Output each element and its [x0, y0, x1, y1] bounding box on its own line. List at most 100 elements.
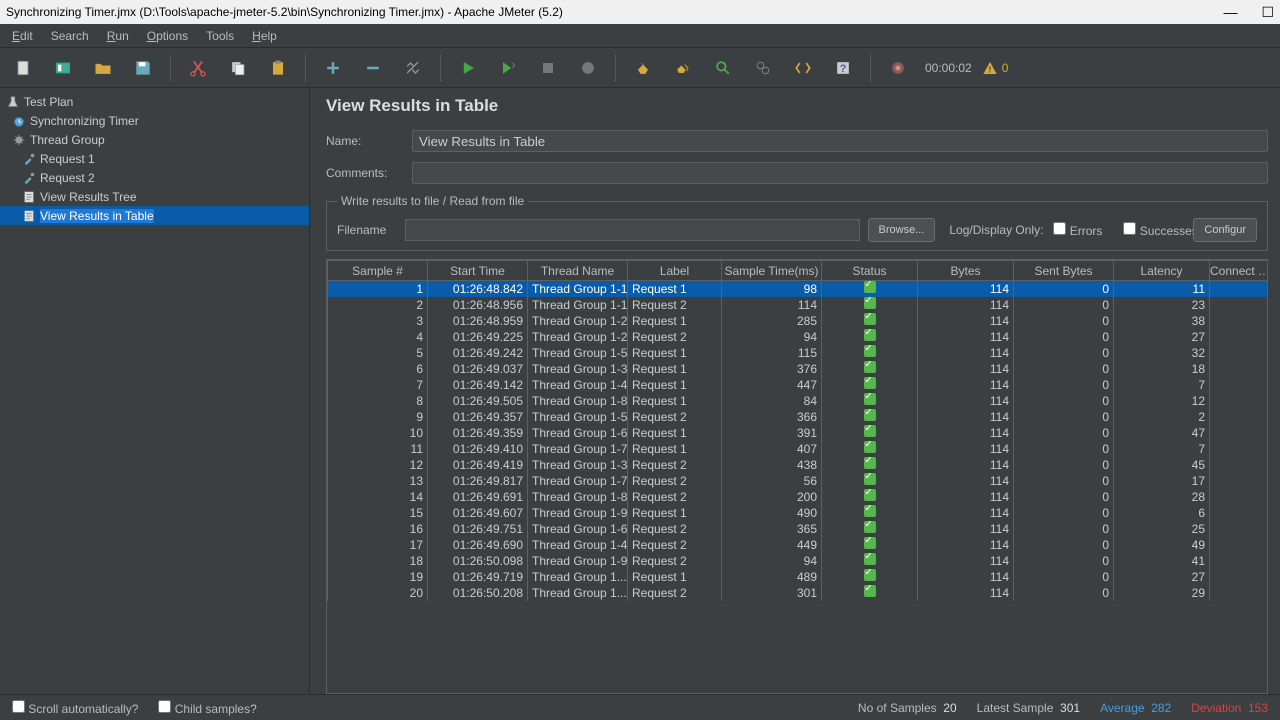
- table-row[interactable]: 1801:26:50.098Thread Group 1-9Request 29…: [328, 553, 1269, 569]
- scroll-auto-checkbox-label[interactable]: Scroll automatically?: [12, 700, 138, 716]
- tree-item-view-results-in-table[interactable]: View Results in Table: [0, 206, 309, 225]
- latest-sample-value: 301: [1060, 701, 1080, 715]
- successes-checkbox-label[interactable]: Successes: [1123, 222, 1183, 238]
- menu-tools[interactable]: Tools: [198, 27, 242, 45]
- comments-input[interactable]: [412, 162, 1268, 184]
- status-success-icon: [864, 489, 876, 501]
- table-row[interactable]: 1501:26:49.607Thread Group 1-9Request 14…: [328, 505, 1269, 521]
- status-success-icon: [864, 585, 876, 597]
- tree-item-request-2[interactable]: Request 2: [0, 168, 309, 187]
- status-success-icon: [864, 457, 876, 469]
- start-button[interactable]: [451, 53, 485, 83]
- table-row[interactable]: 1901:26:49.719Thread Group 1...Request 1…: [328, 569, 1269, 585]
- logdisplay-label: Log/Display Only:: [949, 223, 1043, 237]
- new-button[interactable]: [6, 53, 40, 83]
- table-row[interactable]: 701:26:49.142Thread Group 1-4Request 144…: [328, 377, 1269, 393]
- col-header[interactable]: Label: [628, 261, 722, 281]
- tree-item-synchronizing-timer[interactable]: Synchronizing Timer: [0, 111, 309, 130]
- menu-edit[interactable]: Edit: [4, 27, 41, 45]
- maximize-button[interactable]: ☐: [1261, 4, 1274, 21]
- save-button[interactable]: [126, 53, 160, 83]
- open-button[interactable]: [86, 53, 120, 83]
- tree-item-request-1[interactable]: Request 1: [0, 149, 309, 168]
- col-header[interactable]: Thread Name: [528, 261, 628, 281]
- errors-checkbox[interactable]: [1053, 222, 1066, 235]
- name-input[interactable]: [412, 130, 1268, 152]
- status-success-icon: [864, 281, 876, 293]
- start-no-pauses-button[interactable]: [491, 53, 525, 83]
- toggle-button[interactable]: [396, 53, 430, 83]
- child-samples-checkbox[interactable]: [158, 700, 171, 713]
- col-header[interactable]: Sent Bytes: [1014, 261, 1114, 281]
- warning-badge[interactable]: ! 0: [982, 60, 1009, 76]
- table-row[interactable]: 801:26:49.505Thread Group 1-8Request 184…: [328, 393, 1269, 409]
- search-button[interactable]: [706, 53, 740, 83]
- status-success-icon: [864, 409, 876, 421]
- results-table[interactable]: Sample #Start TimeThread NameLabelSample…: [327, 260, 1268, 601]
- name-label: Name:: [326, 134, 404, 148]
- shutdown-button[interactable]: [571, 53, 605, 83]
- col-header[interactable]: Sample #: [328, 261, 428, 281]
- cut-button[interactable]: [181, 53, 215, 83]
- tree-item-thread-group[interactable]: Thread Group: [0, 130, 309, 149]
- menu-search[interactable]: Search: [43, 27, 97, 45]
- scroll-auto-checkbox[interactable]: [12, 700, 25, 713]
- col-header[interactable]: Bytes: [918, 261, 1014, 281]
- table-row[interactable]: 1101:26:49.410Thread Group 1-7Request 14…: [328, 441, 1269, 457]
- table-row[interactable]: 1001:26:49.359Thread Group 1-6Request 13…: [328, 425, 1269, 441]
- test-plan-tree[interactable]: Test PlanSynchronizing Timer Thread Group…: [0, 88, 310, 694]
- clear-all-button[interactable]: [666, 53, 700, 83]
- table-row[interactable]: 2001:26:50.208Thread Group 1...Request 2…: [328, 585, 1269, 601]
- write-read-legend: Write results to file / Read from file: [337, 194, 528, 208]
- filename-input[interactable]: [405, 219, 860, 241]
- table-row[interactable]: 401:26:49.225Thread Group 1-2Request 294…: [328, 329, 1269, 345]
- tree-item-label: View Results Tree: [40, 190, 137, 204]
- configure-button[interactable]: Configur: [1193, 218, 1257, 242]
- thread-dump-button[interactable]: [881, 53, 915, 83]
- col-header[interactable]: Latency: [1114, 261, 1210, 281]
- tree-item-label: Thread Group: [30, 133, 105, 147]
- menu-help[interactable]: Help: [244, 27, 285, 45]
- clear-button[interactable]: [626, 53, 660, 83]
- tree-icon: [22, 152, 36, 166]
- collapse-button[interactable]: [356, 53, 390, 83]
- copy-button[interactable]: [221, 53, 255, 83]
- menu-run[interactable]: Run: [99, 27, 137, 45]
- table-row[interactable]: 1601:26:49.751Thread Group 1-6Request 23…: [328, 521, 1269, 537]
- table-row[interactable]: 1201:26:49.419Thread Group 1-3Request 24…: [328, 457, 1269, 473]
- table-row[interactable]: 901:26:49.357Thread Group 1-5Request 236…: [328, 409, 1269, 425]
- table-row[interactable]: 1701:26:49.690Thread Group 1-4Request 24…: [328, 537, 1269, 553]
- function-helper-button[interactable]: [786, 53, 820, 83]
- comments-label: Comments:: [326, 166, 404, 180]
- minimize-button[interactable]: —: [1223, 4, 1237, 21]
- paste-button[interactable]: [261, 53, 295, 83]
- errors-checkbox-label[interactable]: Errors: [1053, 222, 1113, 238]
- browse-button[interactable]: Browse...: [868, 218, 936, 242]
- status-success-icon: [864, 553, 876, 565]
- stop-button[interactable]: [531, 53, 565, 83]
- table-row[interactable]: 1301:26:49.817Thread Group 1-7Request 25…: [328, 473, 1269, 489]
- table-row[interactable]: 501:26:49.242Thread Group 1-5Request 111…: [328, 345, 1269, 361]
- tree-item-test-plan[interactable]: Test Plan: [0, 92, 309, 111]
- tree-icon: [22, 171, 36, 185]
- table-row[interactable]: 201:26:48.956Thread Group 1-1Request 211…: [328, 297, 1269, 313]
- tree-item-view-results-tree[interactable]: View Results Tree: [0, 187, 309, 206]
- status-success-icon: [864, 537, 876, 549]
- col-header[interactable]: Connect Tim: [1210, 261, 1269, 281]
- table-row[interactable]: 301:26:48.959Thread Group 1-2Request 128…: [328, 313, 1269, 329]
- col-header[interactable]: Sample Time(ms): [722, 261, 822, 281]
- table-row[interactable]: 101:26:48.842Thread Group 1-1Request 198…: [328, 281, 1269, 297]
- table-row[interactable]: 1401:26:49.691Thread Group 1-8Request 22…: [328, 489, 1269, 505]
- col-header[interactable]: Start Time: [428, 261, 528, 281]
- tree-icon: [6, 95, 20, 109]
- reset-search-button[interactable]: [746, 53, 780, 83]
- successes-checkbox[interactable]: [1123, 222, 1136, 235]
- col-header[interactable]: Status: [822, 261, 918, 281]
- templates-button[interactable]: [46, 53, 80, 83]
- table-row[interactable]: 601:26:49.037Thread Group 1-3Request 137…: [328, 361, 1269, 377]
- tree-icon: [12, 114, 26, 128]
- menu-options[interactable]: Options: [139, 27, 196, 45]
- child-samples-checkbox-label[interactable]: Child samples?: [158, 700, 256, 716]
- help-button[interactable]: ?: [826, 53, 860, 83]
- expand-button[interactable]: [316, 53, 350, 83]
